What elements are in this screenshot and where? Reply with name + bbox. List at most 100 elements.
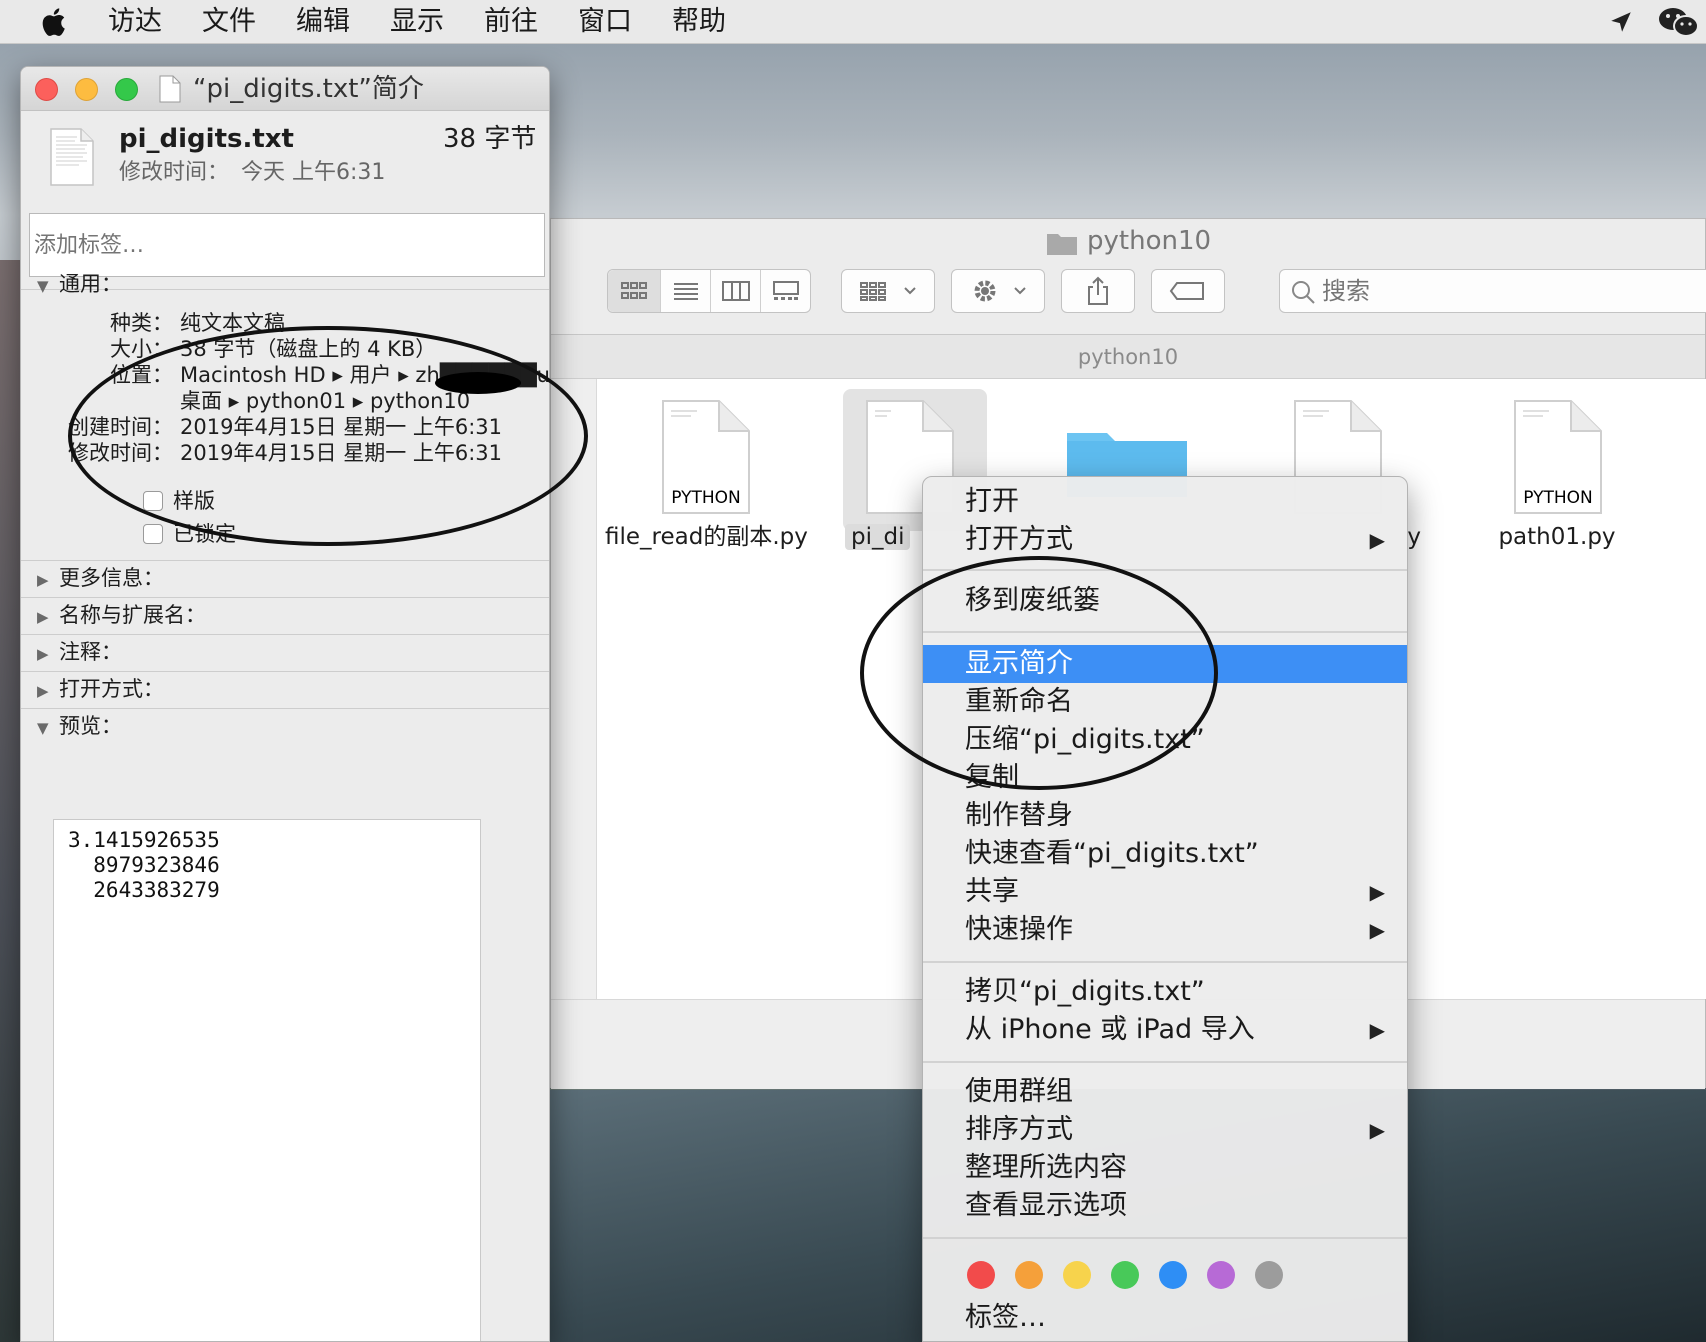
menu-help[interactable]: 帮助 (672, 4, 726, 40)
info-titlebar: “pi_digits.txt”简介 (21, 67, 549, 111)
ctx-show-view-options[interactable]: 查看显示选项 (923, 1187, 1407, 1225)
close-button[interactable] (35, 78, 58, 101)
ctx-duplicate[interactable]: 复制 (923, 759, 1407, 797)
wechat-icon[interactable] (1658, 6, 1700, 38)
ctx-get-info[interactable]: 显示简介 (923, 645, 1407, 683)
tag-icon (1169, 282, 1204, 300)
menu-view[interactable]: 显示 (390, 4, 444, 40)
list-view-icon (673, 283, 698, 300)
folder-title-icon (1047, 234, 1077, 255)
section-more-info[interactable]: ▶ 更多信息： (37, 563, 164, 595)
section-name-extension[interactable]: ▶ 名称与扩展名： (37, 600, 206, 632)
list-view-button[interactable] (660, 270, 710, 312)
minimize-button[interactable] (75, 78, 98, 101)
divider (21, 560, 549, 561)
menu-separator (923, 1061, 1407, 1063)
menu-window[interactable]: 窗口 (578, 4, 632, 40)
locked-checkbox[interactable]: 已锁定 (143, 519, 236, 549)
submenu-arrow-icon: ▶ (1369, 1018, 1385, 1042)
menu-bar: 访达 文件 编辑 显示 前往 窗口 帮助 (0, 0, 1706, 44)
python-badge: PYTHON (671, 488, 741, 508)
icon-view-button[interactable] (608, 270, 660, 312)
add-tags-input[interactable] (29, 213, 545, 277)
ctx-clean-up-selection[interactable]: 整理所选内容 (923, 1149, 1407, 1187)
menu-separator (923, 961, 1407, 963)
size-label: 大小： (110, 337, 173, 361)
ctx-open-with[interactable]: 打开方式 ▶ (923, 521, 1407, 559)
tag-yellow-dot[interactable] (1063, 1261, 1091, 1289)
disclosure-closed-icon: ▶ (37, 682, 49, 700)
group-by-button[interactable] (841, 269, 935, 313)
finder-toolbar: python10 (551, 219, 1706, 335)
file-item[interactable]: PYTHON path01.py (1457, 393, 1657, 573)
tag-red-dot[interactable] (967, 1261, 995, 1289)
where-value-line2: 桌面 ▸ python01 ▸ python10 (180, 389, 471, 413)
ctx-quick-look[interactable]: 快速查看“pi_digits.txt” (923, 835, 1407, 873)
disclosure-open-icon: ▼ (37, 719, 49, 737)
ctx-open[interactable]: 打开 (923, 483, 1407, 521)
menu-finder[interactable]: 访达 (108, 4, 162, 40)
info-file-size: 38 字节 (443, 124, 537, 154)
group-grid-icon (860, 282, 916, 301)
ctx-share[interactable]: 共享 ▶ (923, 873, 1407, 911)
info-window-title: “pi_digits.txt”简介 (193, 74, 424, 104)
gallery-view-button[interactable] (760, 270, 810, 312)
text-file-icon (50, 128, 94, 186)
kind-value: 纯文本文稿 (180, 311, 285, 335)
location-arrow-icon[interactable] (1608, 8, 1634, 36)
where-label: 位置： (110, 363, 173, 387)
section-preview-header[interactable]: ▼ 预览： (37, 711, 122, 743)
ctx-rename[interactable]: 重新命名 (923, 683, 1407, 721)
section-open-with[interactable]: ▶ 打开方式： (37, 674, 164, 706)
gear-icon (974, 280, 1026, 302)
apple-logo-icon[interactable] (38, 5, 72, 39)
column-view-button[interactable] (710, 270, 760, 312)
tag-purple-dot[interactable] (1207, 1261, 1235, 1289)
ctx-compress[interactable]: 压缩“pi_digits.txt” (923, 721, 1407, 759)
share-icon (1088, 276, 1108, 305)
file-name: file_read的副本.py (605, 524, 808, 550)
ctx-copy[interactable]: 拷贝“pi_digits.txt” (923, 973, 1407, 1011)
ctx-import-from-iphone[interactable]: 从 iPhone 或 iPad 导入 ▶ (923, 1011, 1407, 1049)
checkbox-box[interactable] (143, 524, 163, 544)
ctx-sort-by[interactable]: 排序方式 ▶ (923, 1111, 1407, 1149)
ctx-make-alias[interactable]: 制作替身 (923, 797, 1407, 835)
search-icon (1292, 281, 1315, 304)
action-gear-button[interactable] (951, 269, 1045, 313)
gallery-view-icon (772, 281, 799, 300)
search-field[interactable] (1279, 269, 1706, 313)
ctx-tags[interactable]: 标签… (923, 1299, 1407, 1337)
tag-gray-dot[interactable] (1255, 1261, 1283, 1289)
ctx-quick-actions[interactable]: 快速操作 ▶ (923, 911, 1407, 949)
finder-window-title: python10 (1087, 226, 1212, 256)
disclosure-closed-icon: ▶ (37, 571, 49, 589)
disclosure-closed-icon: ▶ (37, 608, 49, 626)
tag-green-dot[interactable] (1111, 1261, 1139, 1289)
divider (21, 708, 549, 709)
zoom-button[interactable] (115, 78, 138, 101)
search-input[interactable] (1322, 274, 1702, 308)
divider (21, 671, 549, 672)
share-button[interactable] (1061, 269, 1135, 313)
file-item[interactable]: PYTHON file_read的副本.py (605, 393, 808, 573)
menu-file[interactable]: 文件 (202, 4, 256, 40)
disclosure-closed-icon: ▶ (37, 645, 49, 663)
ctx-use-groups[interactable]: 使用群组 (923, 1073, 1407, 1111)
section-general-header[interactable]: ▼ 通用： (37, 269, 122, 301)
tag-button[interactable] (1151, 269, 1225, 313)
menu-go[interactable]: 前往 (484, 4, 538, 40)
file-preview: 3.1415926535 8979323846 2643383279 (53, 819, 481, 1341)
stationery-checkbox[interactable]: 样版 (143, 486, 215, 516)
tag-blue-dot[interactable] (1159, 1261, 1187, 1289)
checkbox-box[interactable] (143, 491, 163, 511)
tag-orange-dot[interactable] (1015, 1261, 1043, 1289)
file-name: path01.py (1498, 524, 1616, 550)
menu-edit[interactable]: 编辑 (296, 4, 350, 40)
view-mode-segmented (607, 269, 811, 313)
modified-value: 2019年4月15日 星期一 上午6:31 (180, 441, 503, 465)
path-bar: python10 (551, 335, 1705, 379)
ctx-move-to-trash[interactable]: 移到废纸篓 (923, 582, 1407, 620)
menu-separator (923, 1237, 1407, 1239)
section-comments[interactable]: ▶ 注释： (37, 637, 122, 669)
modified-label: 修改时间： (68, 441, 173, 465)
